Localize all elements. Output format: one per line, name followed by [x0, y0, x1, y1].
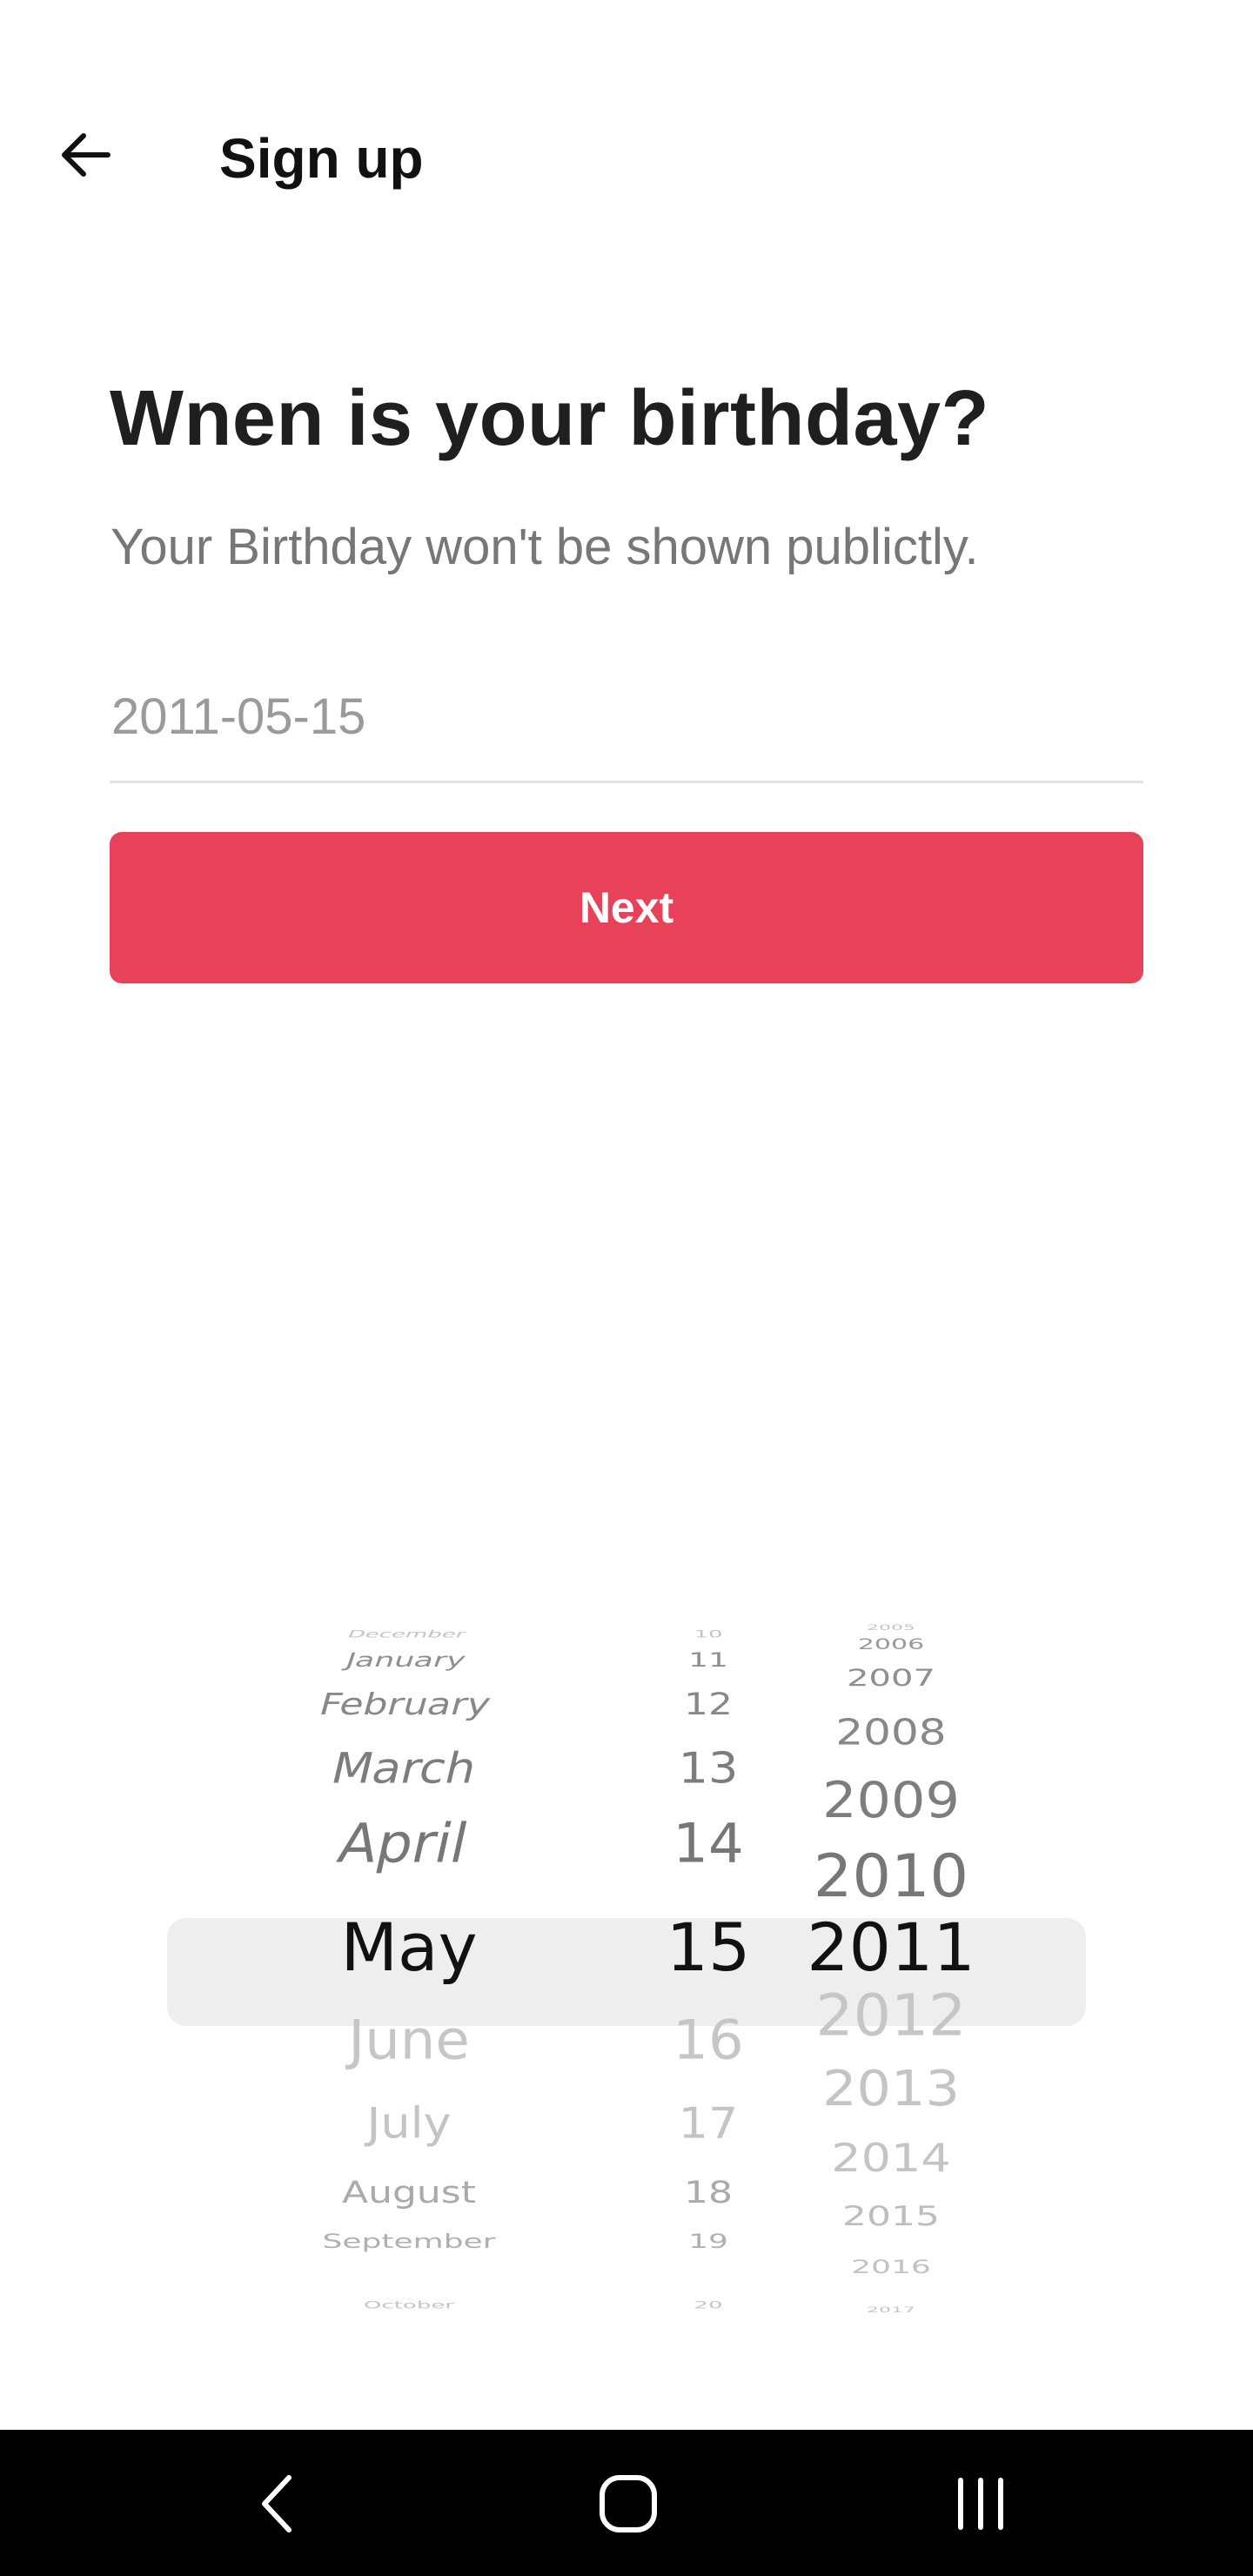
home-icon	[600, 2475, 657, 2532]
day-option[interactable]: 10	[694, 1629, 722, 1640]
birthday-value: 2011-05-15	[111, 688, 366, 745]
year-option[interactable]: 2011	[807, 1915, 975, 1981]
next-button[interactable]: Next	[110, 832, 1143, 983]
month-option[interactable]: February	[316, 1687, 495, 1722]
back-button[interactable]	[44, 113, 127, 197]
year-option[interactable]: 2017	[867, 2306, 915, 2314]
day-option[interactable]: 15	[667, 1915, 751, 1981]
year-option[interactable]: 2005	[867, 1624, 915, 1632]
day-option[interactable]: 17	[679, 2103, 739, 2145]
year-option[interactable]: 2010	[814, 1847, 968, 1906]
month-option[interactable]: May	[340, 1915, 477, 1981]
date-picker[interactable]: December January February March April May June…	[0, 1619, 1253, 2320]
month-option[interactable]: January	[343, 1649, 469, 1671]
year-option[interactable]: 2007	[847, 1667, 935, 1689]
month-option[interactable]: September	[323, 2232, 496, 2251]
privacy-note: Your Birthday won't be shown publictly.	[111, 519, 979, 575]
arrow-left-icon	[62, 133, 111, 177]
year-option[interactable]: 2013	[822, 2064, 960, 2113]
year-option[interactable]: 2016	[851, 2258, 931, 2277]
birthday-field[interactable]: 2011-05-15	[110, 670, 1143, 783]
month-option[interactable]: July	[366, 2103, 451, 2145]
day-option[interactable]: 13	[679, 1748, 739, 1790]
month-option[interactable]: March	[326, 1744, 481, 1794]
month-option[interactable]: June	[348, 2014, 469, 2068]
year-option[interactable]: 2009	[822, 1775, 960, 1825]
month-option[interactable]: April	[332, 1813, 473, 1875]
page-title: Sign up	[219, 127, 424, 190]
day-option[interactable]: 20	[694, 2300, 722, 2311]
year-option[interactable]: 2014	[831, 2139, 950, 2177]
day-option[interactable]: 11	[688, 1651, 728, 1670]
nav-back-button[interactable]	[226, 2456, 331, 2552]
year-option[interactable]: 2015	[842, 2204, 940, 2231]
nav-home-button[interactable]	[576, 2456, 680, 2552]
month-option[interactable]: October	[364, 2300, 454, 2311]
day-option[interactable]: 14	[673, 1817, 743, 1871]
system-nav-bar	[0, 2430, 1253, 2576]
recents-icon	[958, 2478, 1003, 2530]
nav-recents-button[interactable]	[928, 2456, 1033, 2552]
day-option[interactable]: 12	[684, 1690, 733, 1720]
year-option[interactable]: 2006	[858, 1638, 924, 1653]
day-option[interactable]: 19	[688, 2232, 728, 2251]
month-option[interactable]: August	[342, 2178, 476, 2208]
app-bar: Sign up	[0, 0, 1253, 322]
year-option[interactable]: 2012	[815, 1988, 966, 2045]
nav-back-icon	[262, 2475, 291, 2532]
birthday-question: Wnen is your birthday?	[110, 375, 990, 462]
month-option[interactable]: December	[345, 1628, 468, 1640]
year-option[interactable]: 2008	[835, 1714, 946, 1750]
day-option[interactable]: 16	[673, 2014, 743, 2068]
day-option[interactable]: 18	[684, 2178, 733, 2208]
